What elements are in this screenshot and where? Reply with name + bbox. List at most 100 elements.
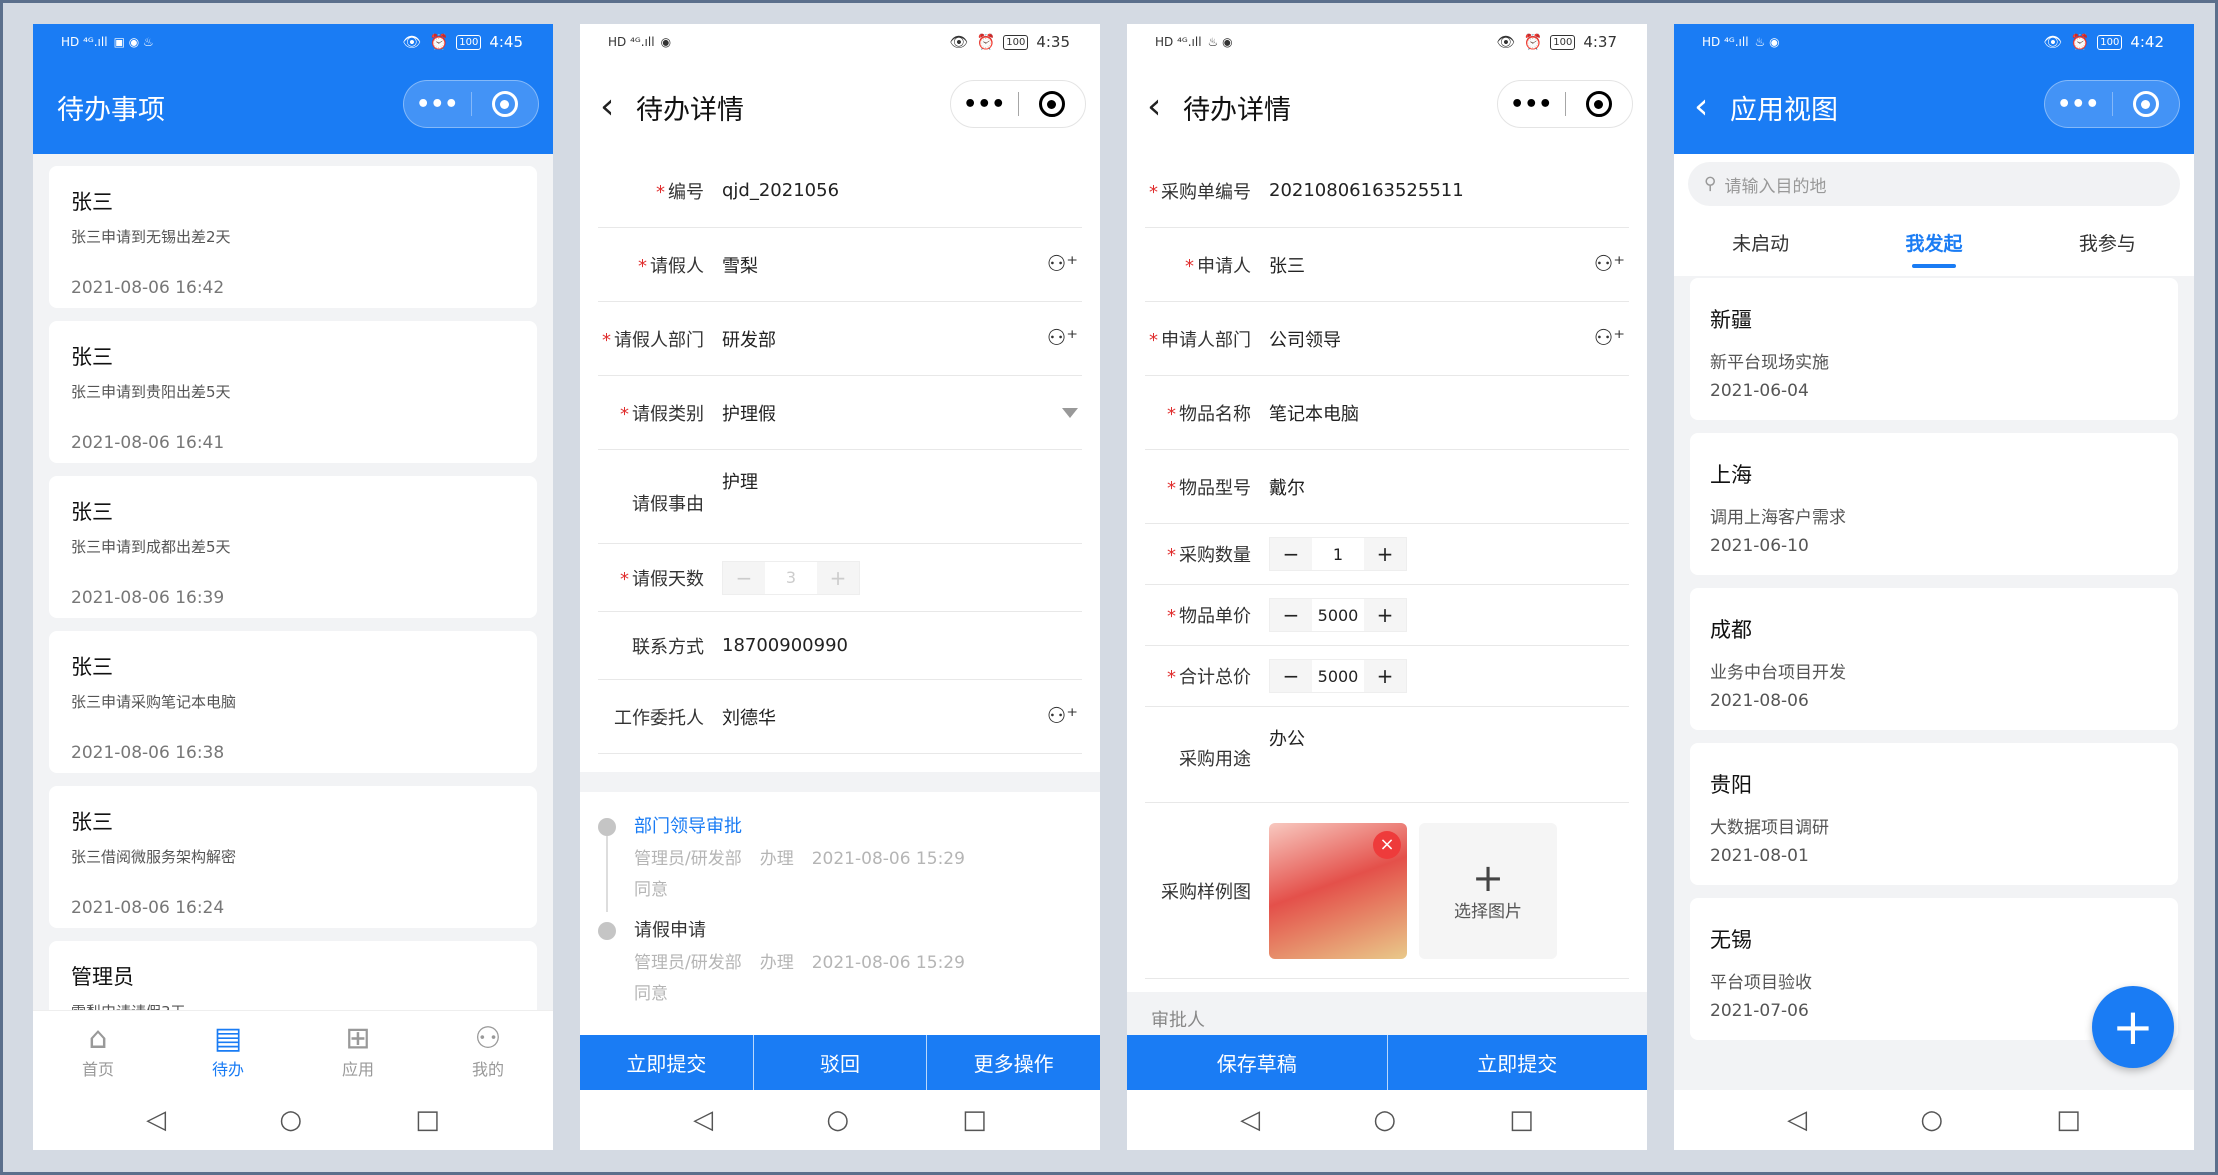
tab-mine[interactable]: ⚇ 我的: [472, 1021, 504, 1080]
battery-icon: 100: [1550, 34, 1576, 50]
alarm-icon: ⏰: [2070, 33, 2090, 51]
page-title: 应用视图: [1730, 94, 1838, 126]
dropdown-arrow-icon[interactable]: [1062, 407, 1078, 418]
list-item[interactable]: 张三 张三申请到成都出差5天 2021-08-06 16:39: [49, 476, 537, 618]
more-actions-button[interactable]: 更多操作: [927, 1035, 1100, 1090]
field-applicant[interactable]: * 申请人 张三 ⚇⁺: [1145, 228, 1629, 302]
field-quantity: * 采购数量 −1 +: [1145, 524, 1629, 585]
sample-image-thumbnail[interactable]: ×: [1269, 822, 1407, 959]
home-circle-icon[interactable]: ○: [826, 1105, 849, 1135]
clock: 4:42: [2130, 33, 2164, 51]
back-triangle-icon[interactable]: ◁: [1240, 1105, 1260, 1135]
submit-button[interactable]: 立即提交: [1388, 1035, 1648, 1090]
tab-not-started[interactable]: 未启动: [1732, 229, 1789, 256]
close-target-icon[interactable]: [1019, 91, 1086, 117]
more-icon[interactable]: •••: [404, 92, 471, 117]
add-user-icon[interactable]: ⚇⁺: [1047, 326, 1078, 351]
recents-square-icon[interactable]: □: [415, 1105, 440, 1135]
field-delegate[interactable]: 工作委托人 刘德华 ⚇⁺: [598, 680, 1082, 754]
more-icon[interactable]: •••: [1498, 92, 1565, 117]
plus-icon: +: [2112, 998, 2154, 1056]
total-stepper[interactable]: −5000 +: [1269, 659, 1407, 693]
list-item[interactable]: 成都 业务中台项目开发 2021-08-06: [1690, 588, 2178, 730]
plus-icon[interactable]: +: [1364, 538, 1406, 570]
add-user-icon[interactable]: ⚇⁺: [1594, 252, 1625, 277]
add-user-icon[interactable]: ⚇⁺: [1047, 252, 1078, 277]
plus-icon[interactable]: +: [1364, 599, 1406, 631]
field-contact[interactable]: 联系方式 18700900990: [598, 612, 1082, 680]
list-item[interactable]: 张三 张三申请到贵阳出差5天 2021-08-06 16:41: [49, 321, 537, 463]
list-item[interactable]: 贵阳 大数据项目调研 2021-08-01: [1690, 743, 2178, 885]
more-icon[interactable]: •••: [951, 92, 1018, 117]
reject-button[interactable]: 驳回: [754, 1035, 928, 1090]
system-navbar: ◁ ○ □: [580, 1090, 1100, 1150]
close-target-icon[interactable]: [1566, 91, 1633, 117]
battery-icon: 100: [2097, 34, 2123, 50]
tab-participated[interactable]: 我参与: [2079, 229, 2136, 256]
tab-initiated[interactable]: 我发起: [1905, 229, 1963, 268]
minus-icon[interactable]: −: [1270, 660, 1312, 692]
home-circle-icon[interactable]: ○: [1920, 1105, 1943, 1135]
back-triangle-icon[interactable]: ◁: [1787, 1105, 1807, 1135]
back-triangle-icon[interactable]: ◁: [693, 1105, 713, 1135]
approver-label: 审批人: [1127, 992, 1647, 1035]
status-bar: HD ⁴ᴳ.ıll ♨ ◉ 👁 ⏰ 100 4:42: [1674, 24, 2194, 60]
minus-icon[interactable]: −: [1270, 599, 1312, 631]
list-item[interactable]: 张三 张三申请到无锡出差2天 2021-08-06 16:42: [49, 166, 537, 308]
back-chevron-icon[interactable]: ‹: [600, 89, 626, 125]
back-chevron-icon[interactable]: ‹: [1694, 89, 1720, 125]
tab-apps[interactable]: ⊞ 应用: [342, 1021, 374, 1080]
quantity-stepper[interactable]: −1 +: [1269, 537, 1407, 571]
home-circle-icon[interactable]: ○: [279, 1105, 302, 1135]
submit-button[interactable]: 立即提交: [580, 1035, 754, 1090]
add-fab-button[interactable]: +: [2092, 986, 2174, 1068]
alarm-icon: ⏰: [1523, 33, 1543, 51]
tab-home[interactable]: ⌂ 首页: [82, 1020, 114, 1080]
add-user-icon[interactable]: ⚇⁺: [1047, 704, 1078, 729]
remove-image-icon[interactable]: ×: [1373, 830, 1401, 859]
clock: 4:35: [1036, 33, 1070, 51]
plus-icon[interactable]: +: [817, 561, 859, 594]
close-target-icon[interactable]: [472, 91, 539, 117]
home-circle-icon[interactable]: ○: [1373, 1105, 1396, 1135]
list-item[interactable]: 新疆 新平台现场实施 2021-06-04: [1690, 278, 2178, 420]
signal-icon: HD ⁴ᴳ.ıll: [1155, 35, 1202, 49]
minus-icon[interactable]: −: [1270, 538, 1312, 570]
recents-square-icon[interactable]: □: [962, 1105, 987, 1135]
save-draft-button[interactable]: 保存草稿: [1127, 1035, 1388, 1090]
reason-textarea[interactable]: 护理: [722, 468, 758, 494]
tab-todo[interactable]: ▤ 待办: [212, 1021, 244, 1080]
days-stepper[interactable]: −3 +: [722, 560, 860, 595]
minus-icon[interactable]: −: [723, 561, 765, 594]
field-department[interactable]: * 申请人部门 公司领导 ⚇⁺: [1145, 302, 1629, 376]
list-item[interactable]: 上海 调用上海客户需求 2021-06-10: [1690, 433, 2178, 575]
field-leave-type[interactable]: * 请假类别 护理假: [598, 376, 1082, 450]
recents-square-icon[interactable]: □: [1509, 1105, 1534, 1135]
search-input[interactable]: ⚲ 请输入目的地: [1688, 162, 2180, 206]
field-item-name[interactable]: * 物品名称 笔记本电脑: [1145, 376, 1629, 450]
field-department[interactable]: * 请假人部门 研发部 ⚇⁺: [598, 302, 1082, 376]
price-stepper[interactable]: −5000 +: [1269, 598, 1407, 632]
field-reason[interactable]: 请假事由 护理: [598, 450, 1082, 544]
system-navbar: ◁ ○ □: [1674, 1090, 2194, 1150]
timeline-step: 请假申请 管理员/研发部 办理 2021-08-06 15:29 同意: [598, 916, 1082, 1004]
plus-icon[interactable]: +: [1364, 660, 1406, 692]
mini-program-capsule: •••: [403, 80, 539, 128]
field-purpose[interactable]: 采购用途 办公: [1145, 707, 1629, 803]
home-icon: ⌂: [88, 1020, 108, 1056]
field-item-model[interactable]: * 物品型号 戴尔: [1145, 450, 1629, 524]
more-icon[interactable]: •••: [2045, 92, 2112, 117]
field-applicant[interactable]: * 请假人 雪梨 ⚇⁺: [598, 228, 1082, 302]
action-bar: 保存草稿 立即提交: [1127, 1035, 1647, 1090]
close-target-icon[interactable]: [2113, 91, 2180, 117]
purpose-textarea[interactable]: 办公: [1269, 725, 1305, 751]
recents-square-icon[interactable]: □: [2056, 1105, 2081, 1135]
list-item[interactable]: 张三 张三借阅微服务架构解密 2021-08-06 16:24: [49, 786, 537, 928]
field-sample-image: 采购样例图 × + 选择图片: [1145, 803, 1629, 979]
back-chevron-icon[interactable]: ‹: [1147, 89, 1173, 125]
choose-image-button[interactable]: + 选择图片: [1419, 822, 1557, 959]
list-item[interactable]: 张三 张三申请采购笔记本电脑 2021-08-06 16:38: [49, 631, 537, 773]
status-bar: HD ⁴ᴳ.ıll ▣ ◉ ♨ 👁 ⏰ 100 4:45: [33, 24, 553, 60]
back-triangle-icon[interactable]: ◁: [146, 1105, 166, 1135]
add-user-icon[interactable]: ⚇⁺: [1594, 326, 1625, 351]
